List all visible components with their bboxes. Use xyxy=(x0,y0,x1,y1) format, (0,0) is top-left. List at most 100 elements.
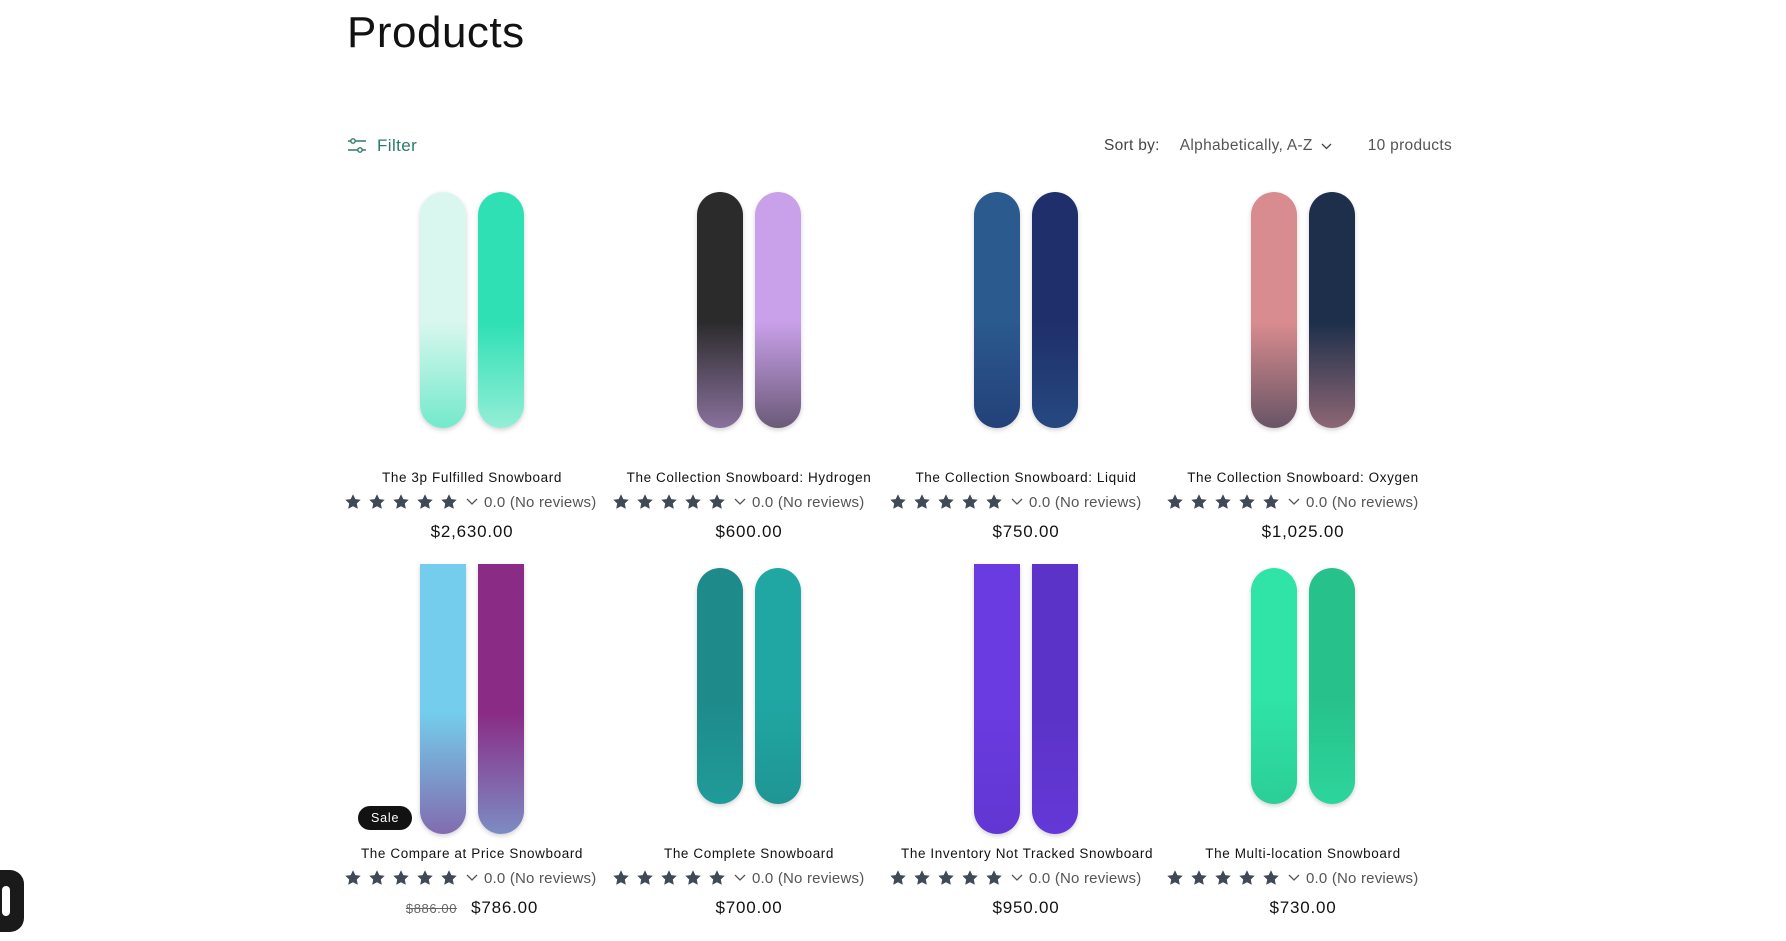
sort-select[interactable]: Alphabetically, A-Z xyxy=(1180,137,1332,155)
price-value: $750.00 xyxy=(992,522,1060,541)
snowboard-graphic xyxy=(420,564,466,834)
rating-row: 0.0 (No reviews) xyxy=(612,868,872,888)
snowboard-graphic xyxy=(1032,564,1078,834)
product-image[interactable] xyxy=(901,564,1151,834)
product-price: $730.00 xyxy=(1178,898,1428,918)
product-count: 10 products xyxy=(1367,137,1452,154)
product-title[interactable]: The 3p Fulfilled Snowboard xyxy=(347,470,597,485)
rating-text: 0.0 (No reviews) xyxy=(1306,493,1419,511)
snowboard-graphic xyxy=(755,192,801,428)
product-image[interactable] xyxy=(347,188,597,458)
filter-button[interactable]: Filter xyxy=(347,130,417,162)
rating-stars xyxy=(612,493,726,511)
star-icon xyxy=(1239,494,1255,509)
product-card[interactable]: The Inventory Not Tracked Snowboard 0.0 (… xyxy=(890,564,1153,917)
chevron-down-icon[interactable] xyxy=(1011,498,1023,506)
star-icon xyxy=(1167,494,1183,509)
star-icon xyxy=(369,870,385,885)
price-value: $730.00 xyxy=(1269,898,1337,917)
product-card[interactable]: Sale The Compare at Price Snowboard 0.0 (N… xyxy=(345,564,597,917)
product-title[interactable]: The Collection Snowboard: Liquid xyxy=(901,470,1151,485)
rating-stars xyxy=(1166,493,1280,511)
sliders-icon xyxy=(348,138,366,153)
product-image[interactable] xyxy=(901,188,1151,458)
snowboard-graphic xyxy=(1309,192,1355,428)
sort-value: Alphabetically, A-Z xyxy=(1179,137,1313,154)
product-image[interactable] xyxy=(624,188,874,458)
price-value: $1,025.00 xyxy=(1261,522,1345,541)
product-price: $700.00 xyxy=(624,898,874,918)
product-title[interactable]: The Multi-location Snowboard xyxy=(1178,846,1428,861)
chevron-down-icon[interactable] xyxy=(1288,498,1300,506)
chevron-down-icon[interactable] xyxy=(466,498,478,506)
star-icon xyxy=(637,870,653,885)
rating-row: 0.0 (No reviews) xyxy=(612,492,872,512)
star-icon xyxy=(1215,870,1231,885)
product-card[interactable]: The 3p Fulfilled Snowboard 0.0 (No review… xyxy=(345,188,597,541)
price-value: $600.00 xyxy=(715,522,783,541)
star-icon xyxy=(986,870,1002,885)
star-icon xyxy=(393,870,409,885)
star-icon xyxy=(441,494,457,509)
star-icon xyxy=(637,494,653,509)
collection-toolbar: Filter Sort by: Alphabetically, A-Z 10 p… xyxy=(347,130,1452,162)
star-icon xyxy=(914,494,930,509)
rating-stars xyxy=(889,493,1003,511)
product-card[interactable]: The Collection Snowboard: Oxygen 0.0 (No … xyxy=(1167,188,1428,541)
rating-row: 0.0 (No reviews) xyxy=(1166,868,1426,888)
product-title[interactable]: The Collection Snowboard: Hydrogen xyxy=(624,470,874,485)
product-title[interactable]: The Compare at Price Snowboard xyxy=(347,846,597,861)
star-icon xyxy=(938,494,954,509)
star-icon xyxy=(1263,494,1279,509)
star-icon xyxy=(417,870,433,885)
rating-text: 0.0 (No reviews) xyxy=(484,493,597,511)
sale-badge: Sale xyxy=(358,806,413,830)
rating-stars xyxy=(344,869,458,887)
product-card[interactable]: The Collection Snowboard: Liquid 0.0 (No … xyxy=(890,188,1151,541)
snowboard-graphic xyxy=(478,192,524,428)
chevron-down-icon[interactable] xyxy=(734,874,746,882)
star-icon xyxy=(661,870,677,885)
sort-controls: Sort by: Alphabetically, A-Z 10 products xyxy=(1104,130,1452,162)
product-title[interactable]: The Complete Snowboard xyxy=(624,846,874,861)
price-value: $950.00 xyxy=(992,898,1060,917)
chevron-down-icon[interactable] xyxy=(1288,874,1300,882)
star-icon xyxy=(986,494,1002,509)
star-icon xyxy=(661,494,677,509)
product-image[interactable] xyxy=(1178,188,1428,458)
product-price: $950.00 xyxy=(901,898,1151,918)
product-image[interactable]: Sale xyxy=(347,564,597,834)
snowboard-graphic xyxy=(420,192,466,428)
chat-icon[interactable] xyxy=(0,870,24,932)
star-icon xyxy=(890,494,906,509)
product-card[interactable]: The Multi-location Snowboard 0.0 (No revi… xyxy=(1167,564,1428,917)
rating-text: 0.0 (No reviews) xyxy=(752,493,865,511)
product-image[interactable] xyxy=(624,564,874,834)
chevron-down-icon[interactable] xyxy=(734,498,746,506)
star-icon xyxy=(962,870,978,885)
chevron-down-icon[interactable] xyxy=(1011,874,1023,882)
star-icon xyxy=(685,870,701,885)
star-icon xyxy=(1263,870,1279,885)
star-icon xyxy=(369,494,385,509)
product-card[interactable]: The Collection Snowboard: Hydrogen 0.0 (N… xyxy=(613,188,874,541)
snowboard-graphic xyxy=(697,568,743,804)
rating-row: 0.0 (No reviews) xyxy=(344,868,604,888)
star-icon xyxy=(914,870,930,885)
star-icon xyxy=(345,870,361,885)
star-icon xyxy=(709,870,725,885)
product-image[interactable] xyxy=(1178,564,1428,834)
star-icon xyxy=(890,870,906,885)
product-price: $1,025.00 xyxy=(1178,522,1428,542)
star-icon xyxy=(613,870,629,885)
snowboard-graphic xyxy=(478,564,524,834)
snowboard-graphic xyxy=(1251,568,1297,804)
rating-row: 0.0 (No reviews) xyxy=(1166,492,1426,512)
chevron-down-icon[interactable] xyxy=(466,874,478,882)
rating-stars xyxy=(889,869,1003,887)
product-title[interactable]: The Collection Snowboard: Oxygen xyxy=(1178,470,1428,485)
product-price: $750.00 xyxy=(901,522,1151,542)
product-title[interactable]: The Inventory Not Tracked Snowboard xyxy=(901,846,1153,861)
compare-at-price: $886.00 xyxy=(405,901,458,916)
product-card[interactable]: The Complete Snowboard 0.0 (No reviews) $7… xyxy=(613,564,874,917)
